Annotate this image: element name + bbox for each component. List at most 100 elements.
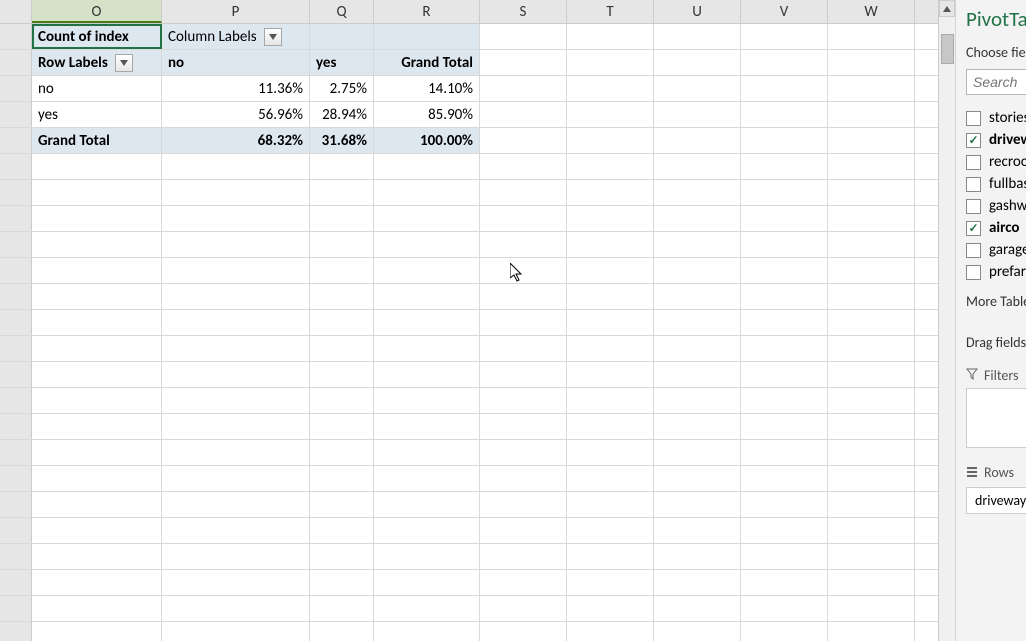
empty-cell[interactable]	[162, 466, 310, 491]
empty-cell[interactable]	[374, 388, 480, 413]
row-number[interactable]	[0, 570, 32, 595]
empty-cell[interactable]	[654, 102, 741, 127]
empty-cell[interactable]	[480, 50, 567, 75]
empty-cell[interactable]	[480, 362, 567, 387]
empty-cell[interactable]	[32, 232, 162, 257]
empty-cell[interactable]	[374, 284, 480, 309]
empty-cell[interactable]	[654, 518, 741, 543]
empty-cell[interactable]	[741, 258, 828, 283]
empty-cell[interactable]	[162, 440, 310, 465]
empty-cell[interactable]	[741, 362, 828, 387]
empty-cell[interactable]	[654, 206, 741, 231]
empty-cell[interactable]	[480, 466, 567, 491]
empty-cell[interactable]	[741, 24, 828, 49]
empty-cell[interactable]	[162, 154, 310, 179]
empty-cell[interactable]	[741, 596, 828, 621]
row-number[interactable]	[0, 128, 32, 153]
empty-cell[interactable]	[828, 466, 915, 491]
empty-cell[interactable]	[567, 440, 654, 465]
empty-cell[interactable]	[828, 388, 915, 413]
column-labels-dropdown[interactable]	[264, 28, 282, 46]
empty-cell[interactable]	[480, 388, 567, 413]
empty-cell[interactable]	[32, 570, 162, 595]
field-item-gashw[interactable]: gashw	[966, 197, 1026, 215]
empty-cell[interactable]	[828, 128, 915, 153]
empty-cell[interactable]	[480, 570, 567, 595]
empty-cell[interactable]	[374, 336, 480, 361]
col-yes-header[interactable]: yes	[310, 50, 374, 75]
empty-cell[interactable]	[310, 206, 374, 231]
empty-cell[interactable]	[567, 544, 654, 569]
field-item-recroom[interactable]: recroom	[966, 153, 1026, 171]
empty-cell[interactable]	[654, 492, 741, 517]
value-cell[interactable]: 28.94%	[310, 102, 374, 127]
row-number[interactable]	[0, 622, 32, 641]
empty-cell[interactable]	[567, 570, 654, 595]
empty-cell[interactable]	[32, 414, 162, 439]
empty-cell[interactable]	[828, 50, 915, 75]
empty-cell[interactable]	[310, 440, 374, 465]
empty-cell[interactable]	[654, 336, 741, 361]
empty-cell[interactable]	[310, 596, 374, 621]
empty-cell[interactable]	[310, 180, 374, 205]
empty-cell[interactable]	[828, 440, 915, 465]
empty-cell[interactable]	[310, 570, 374, 595]
empty-cell[interactable]	[567, 232, 654, 257]
empty-cell[interactable]	[32, 258, 162, 283]
empty-cell[interactable]	[567, 128, 654, 153]
empty-cell[interactable]	[828, 622, 915, 641]
empty-cell[interactable]	[567, 492, 654, 517]
empty-cell[interactable]	[374, 440, 480, 465]
empty-cell[interactable]	[828, 362, 915, 387]
empty-cell[interactable]	[567, 154, 654, 179]
row-number[interactable]	[0, 258, 32, 283]
empty-cell[interactable]	[567, 76, 654, 101]
empty-cell[interactable]	[654, 154, 741, 179]
empty-cell[interactable]	[162, 492, 310, 517]
empty-cell[interactable]	[567, 310, 654, 335]
empty-cell[interactable]	[162, 336, 310, 361]
value-cell[interactable]: 11.36%	[162, 76, 310, 101]
empty-cell[interactable]	[654, 310, 741, 335]
empty-cell[interactable]	[32, 336, 162, 361]
empty-cell[interactable]	[32, 310, 162, 335]
empty-cell[interactable]	[162, 622, 310, 641]
scroll-up-arrow[interactable]	[939, 0, 955, 17]
empty-cell[interactable]	[162, 206, 310, 231]
empty-cell[interactable]	[828, 596, 915, 621]
row-number[interactable]	[0, 518, 32, 543]
empty-cell[interactable]	[741, 206, 828, 231]
row-field-chip[interactable]: driveway	[966, 487, 1026, 514]
empty-cell[interactable]	[567, 336, 654, 361]
row-number[interactable]	[0, 362, 32, 387]
empty-cell[interactable]	[374, 570, 480, 595]
empty-cell[interactable]	[162, 388, 310, 413]
empty-cell[interactable]	[828, 76, 915, 101]
empty-cell[interactable]	[480, 154, 567, 179]
col-header-O[interactable]: O	[32, 0, 162, 23]
row-number[interactable]	[0, 388, 32, 413]
col-no-header[interactable]: no	[162, 50, 310, 75]
row-number[interactable]	[0, 440, 32, 465]
empty-cell[interactable]	[567, 622, 654, 641]
empty-cell[interactable]	[567, 24, 654, 49]
empty-cell[interactable]	[741, 154, 828, 179]
row-number[interactable]	[0, 466, 32, 491]
row-number[interactable]	[0, 102, 32, 127]
empty-cell[interactable]	[374, 206, 480, 231]
empty-cell[interactable]	[828, 180, 915, 205]
empty-cell[interactable]	[162, 544, 310, 569]
empty-cell[interactable]	[480, 492, 567, 517]
empty-cell[interactable]	[567, 518, 654, 543]
empty-cell[interactable]	[374, 310, 480, 335]
empty-cell[interactable]	[654, 232, 741, 257]
empty-cell[interactable]	[828, 310, 915, 335]
empty-cell[interactable]	[741, 180, 828, 205]
empty-cell[interactable]	[741, 310, 828, 335]
field-checkbox[interactable]	[966, 155, 981, 170]
grand-yes[interactable]: 31.68%	[310, 128, 374, 153]
empty-cell[interactable]	[741, 466, 828, 491]
empty-cell[interactable]	[32, 388, 162, 413]
empty-cell[interactable]	[310, 362, 374, 387]
empty-cell[interactable]	[480, 310, 567, 335]
